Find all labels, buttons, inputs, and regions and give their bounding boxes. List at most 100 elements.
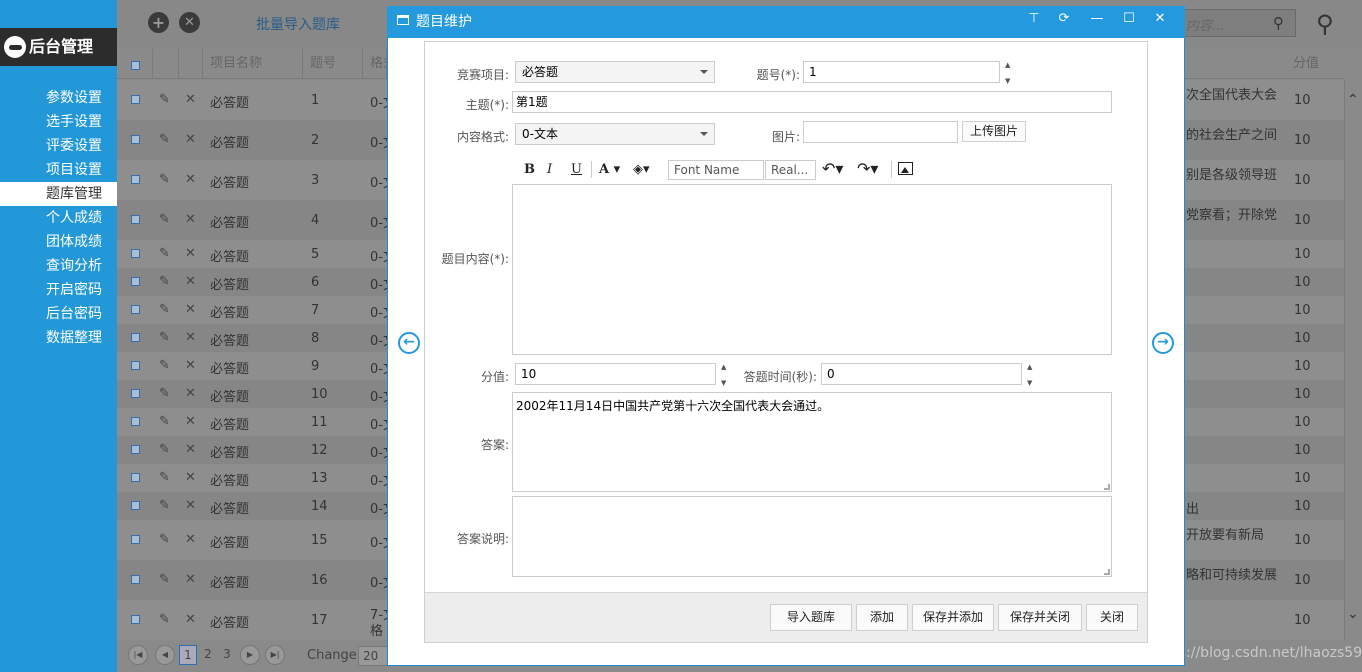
question-number-stepper[interactable]: ▲ ▼: [1005, 61, 1010, 85]
row-checkbox[interactable]: [131, 445, 140, 454]
row-checkbox[interactable]: [131, 277, 140, 286]
page-2-button[interactable]: 2: [200, 645, 216, 665]
advanced-search-icon[interactable]: ⚲: [1316, 10, 1334, 38]
last-page-icon[interactable]: ▶|: [265, 645, 285, 665]
sidebar-item-team-scores[interactable]: 团体成绩: [0, 230, 117, 254]
page-3-button[interactable]: 3: [219, 645, 235, 665]
delete-x-icon[interactable]: ✕: [185, 274, 196, 289]
resize-handle[interactable]: [1104, 569, 1110, 575]
delete-x-icon[interactable]: ✕: [185, 498, 196, 513]
save-and-close-button[interactable]: 保存并关闭: [998, 604, 1082, 631]
image-path-input[interactable]: [803, 121, 958, 143]
close-button[interactable]: 关闭: [1086, 604, 1138, 631]
row-checkbox[interactable]: [131, 333, 140, 342]
x-circle-icon[interactable]: ✕: [179, 12, 200, 33]
plus-circle-icon[interactable]: +: [148, 12, 169, 33]
content-format-select[interactable]: 0-文本: [515, 123, 715, 145]
sidebar-item-judges[interactable]: 评委设置: [0, 134, 117, 158]
delete-x-icon[interactable]: ✕: [185, 132, 196, 147]
next-page-icon[interactable]: ▶: [240, 645, 260, 665]
delete-x-icon[interactable]: ✕: [185, 442, 196, 457]
score-input[interactable]: 10: [515, 363, 716, 385]
edit-pencil-icon[interactable]: ✎: [159, 132, 170, 147]
row-checkbox[interactable]: [131, 615, 140, 624]
highlight-color-icon[interactable]: ◈▾: [633, 162, 650, 177]
header-project-name[interactable]: 项目名称: [203, 49, 303, 79]
redo-icon[interactable]: ↷▾: [857, 159, 878, 178]
row-checkbox[interactable]: [131, 575, 140, 584]
edit-pencil-icon[interactable]: ✎: [159, 572, 170, 587]
question-number-input[interactable]: 1: [803, 61, 1000, 83]
answer-textarea[interactable]: 2002年11月14日中国共产党第十六次全国代表大会通过。: [512, 392, 1112, 492]
edit-pencil-icon[interactable]: ✎: [159, 92, 170, 107]
undo-icon[interactable]: ↶▾: [822, 159, 843, 178]
previous-record-icon[interactable]: ←: [398, 332, 420, 354]
delete-x-icon[interactable]: ✕: [185, 414, 196, 429]
bold-icon[interactable]: B: [524, 162, 535, 177]
row-checkbox[interactable]: [131, 95, 140, 104]
edit-pencil-icon[interactable]: ✎: [159, 442, 170, 457]
row-checkbox[interactable]: [131, 215, 140, 224]
sidebar-item-params[interactable]: 参数设置: [0, 86, 117, 110]
font-name-select[interactable]: Font Name: [668, 160, 764, 180]
row-checkbox[interactable]: [131, 305, 140, 314]
sidebar-item-query-analysis[interactable]: 查询分析: [0, 254, 117, 278]
pin-icon[interactable]: ⊤: [1026, 11, 1042, 26]
first-page-icon[interactable]: |◀: [128, 645, 148, 665]
row-checkbox[interactable]: [131, 473, 140, 482]
delete-x-icon[interactable]: ✕: [185, 386, 196, 401]
header-score[interactable]: 分值: [1285, 49, 1345, 79]
row-checkbox[interactable]: [131, 535, 140, 544]
row-checkbox[interactable]: [131, 175, 140, 184]
underline-icon[interactable]: U: [571, 162, 582, 177]
edit-pencil-icon[interactable]: ✎: [159, 274, 170, 289]
table-scrollbar[interactable]: [1344, 80, 1362, 640]
batch-import-link[interactable]: 批量导入题库: [256, 14, 340, 34]
edit-pencil-icon[interactable]: ✎: [159, 302, 170, 317]
refresh-icon[interactable]: ⟳: [1056, 11, 1072, 26]
edit-pencil-icon[interactable]: ✎: [159, 358, 170, 373]
delete-x-icon[interactable]: ✕: [185, 470, 196, 485]
sidebar-item-open-password[interactable]: 开启密码: [0, 278, 117, 302]
delete-x-icon[interactable]: ✕: [185, 302, 196, 317]
row-checkbox[interactable]: [131, 361, 140, 370]
insert-image-icon[interactable]: [898, 162, 913, 175]
header-format[interactable]: 格式: [363, 49, 387, 79]
upload-image-button[interactable]: 上传图片: [962, 121, 1026, 142]
page-1-button[interactable]: 1: [179, 645, 197, 665]
question-content-editor[interactable]: [512, 184, 1112, 355]
edit-pencil-icon[interactable]: ✎: [159, 172, 170, 187]
score-stepper[interactable]: ▲ ▼: [721, 363, 726, 387]
next-record-icon[interactable]: →: [1152, 332, 1174, 354]
select-all-checkbox[interactable]: [131, 61, 140, 70]
font-color-icon[interactable]: A ▾: [599, 162, 620, 177]
minimize-icon[interactable]: —: [1089, 11, 1105, 26]
sidebar-item-personal-scores[interactable]: 个人成绩: [0, 206, 117, 230]
edit-pencil-icon[interactable]: ✎: [159, 414, 170, 429]
row-checkbox[interactable]: [131, 501, 140, 510]
scroll-up-icon[interactable]: ⌃: [1347, 92, 1359, 108]
topic-input[interactable]: 第1题: [512, 91, 1112, 113]
row-checkbox[interactable]: [131, 249, 140, 258]
font-size-select[interactable]: Real...: [765, 160, 816, 180]
row-checkbox[interactable]: [131, 135, 140, 144]
sidebar-item-data-cleanup[interactable]: 数据整理: [0, 326, 117, 350]
edit-pencil-icon[interactable]: ✎: [159, 498, 170, 513]
edit-pencil-icon[interactable]: ✎: [159, 612, 170, 627]
header-question-number[interactable]: 题号: [303, 49, 363, 79]
delete-x-icon[interactable]: ✕: [185, 172, 196, 187]
delete-x-icon[interactable]: ✕: [185, 612, 196, 627]
sidebar-item-admin-password[interactable]: 后台密码: [0, 302, 117, 326]
italic-icon[interactable]: I: [547, 162, 552, 177]
edit-pencil-icon[interactable]: ✎: [159, 532, 170, 547]
delete-x-icon[interactable]: ✕: [185, 572, 196, 587]
import-question-bank-button[interactable]: 导入题库: [770, 604, 852, 631]
sidebar-item-question-bank[interactable]: 题库管理: [0, 182, 117, 206]
edit-pencil-icon[interactable]: ✎: [159, 246, 170, 261]
edit-pencil-icon[interactable]: ✎: [159, 386, 170, 401]
answer-time-input[interactable]: 0: [821, 363, 1022, 385]
row-checkbox[interactable]: [131, 389, 140, 398]
delete-x-icon[interactable]: ✕: [185, 358, 196, 373]
resize-handle[interactable]: [1104, 484, 1110, 490]
search-icon[interactable]: ⚲: [1273, 14, 1284, 32]
